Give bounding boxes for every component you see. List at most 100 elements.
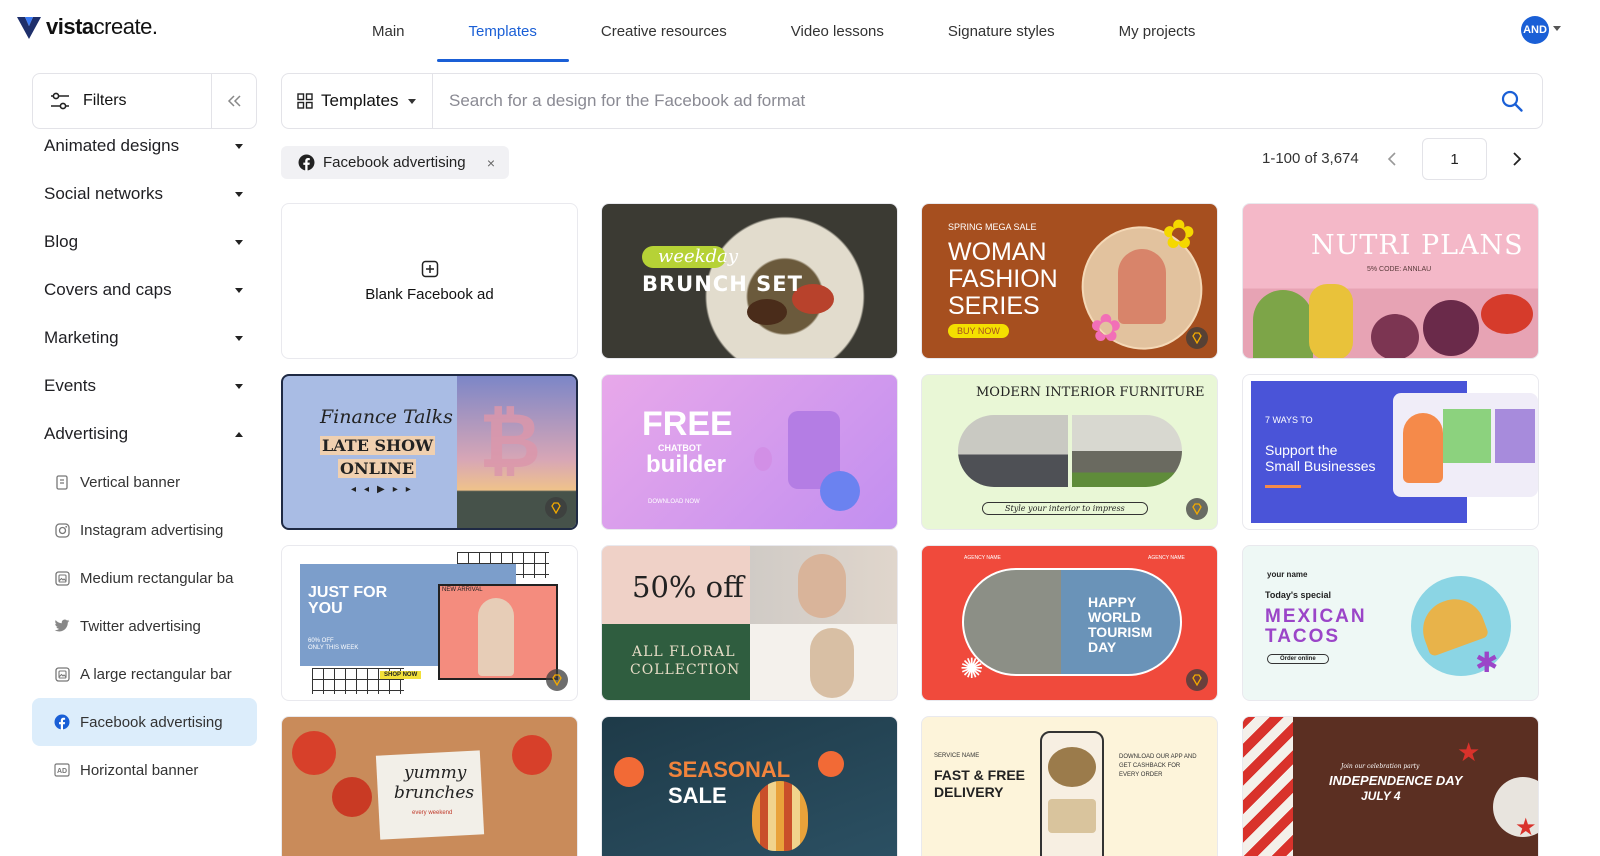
- vistacreate-logo[interactable]: vistacreate.: [16, 14, 158, 40]
- template-card-fast-free-delivery[interactable]: SERVICE NAME FAST & FREE DELIVERY DOWNLO…: [921, 716, 1218, 856]
- category-label: Social networks: [44, 184, 164, 203]
- sidebar-item-facebook-advertising[interactable]: Facebook advertising: [32, 698, 257, 746]
- template-card-yummy-brunches[interactable]: yummy brunches every weekend: [281, 716, 578, 856]
- template-text: MEXICAN: [1265, 606, 1367, 627]
- template-text: AGENCY NAME: [1148, 555, 1185, 561]
- template-text: ALL FLORAL: [632, 644, 736, 660]
- template-card-seasonal-sale[interactable]: SEASONAL SALE: [601, 716, 898, 856]
- facebook-icon: [54, 714, 70, 730]
- premium-badge: [546, 669, 568, 691]
- double-chevron-left-icon: [227, 95, 241, 107]
- gem-icon: [1192, 674, 1202, 686]
- sidebar-category-list: Animated designs Social networks Blog Co…: [32, 122, 257, 794]
- category-label: Events: [44, 376, 96, 395]
- content-type-label: Templates: [321, 91, 399, 110]
- template-text: SPRING MEGA SALE: [948, 222, 1037, 232]
- nav-my-projects[interactable]: My projects: [1087, 0, 1228, 62]
- avatar-caret-icon[interactable]: [1553, 26, 1561, 31]
- template-text: SERVICE NAME: [934, 753, 980, 759]
- sidebar-item-label: A large rectangular bar: [80, 665, 232, 683]
- sidebar-item-label: Horizontal banner: [80, 761, 199, 779]
- template-text: FREE: [642, 405, 733, 443]
- sidebar-item-horizontal-banner[interactable]: AD Horizontal banner: [32, 746, 257, 794]
- logo-text: vistacreate.: [46, 14, 158, 39]
- template-card-modern-interior[interactable]: MODERN INTERIOR FURNITURE Style your int…: [921, 374, 1218, 530]
- sidebar-item-label: Medium rectangular ba: [80, 569, 234, 587]
- template-text: JULY 4: [1361, 789, 1401, 803]
- template-text: INDEPENDENCE DAY: [1329, 773, 1463, 788]
- template-card-nutri-plans[interactable]: NUTRI PLANS 5% CODE: ANNLAU: [1242, 203, 1539, 359]
- nav-creative-resources[interactable]: Creative resources: [569, 0, 759, 62]
- star-flower-icon: ✿: [1090, 308, 1122, 350]
- template-text: Today's special: [1265, 590, 1332, 600]
- sidebar-item-vertical-banner[interactable]: Vertical banner: [32, 458, 257, 506]
- template-text: 7 WAYS TO: [1265, 415, 1313, 425]
- sidebar-item-medium-rectangular-banner[interactable]: Medium rectangular ba: [32, 554, 257, 602]
- content-type-dropdown[interactable]: Templates: [282, 74, 433, 128]
- template-card-just-for-you[interactable]: JUST FOR YOU 60% OFF ONLY THIS WEEK NEW …: [281, 545, 578, 701]
- template-card-brunch[interactable]: weekday BRUNCH SET: [601, 203, 898, 359]
- category-blog[interactable]: Blog: [32, 218, 257, 266]
- template-card-chatbot-builder[interactable]: FREE CHATBOT builder DOWNLOAD NOW: [601, 374, 898, 530]
- category-social-networks[interactable]: Social networks: [32, 170, 257, 218]
- category-events[interactable]: Events: [32, 362, 257, 410]
- nav-signature-styles[interactable]: Signature styles: [916, 0, 1087, 62]
- search-button[interactable]: [1482, 74, 1542, 128]
- filter-chip-label: Facebook advertising: [323, 154, 466, 171]
- category-marketing[interactable]: Marketing: [32, 314, 257, 362]
- caret-down-icon: [235, 239, 243, 245]
- nav-templates[interactable]: Templates: [436, 0, 570, 62]
- blank-card-label: Blank Facebook ad: [365, 285, 494, 303]
- template-text: BRUNCH SET: [642, 272, 803, 296]
- template-card-support-small-business[interactable]: 7 WAYS TO Support the Small Businesses: [1242, 374, 1539, 530]
- user-avatar[interactable]: AND: [1521, 16, 1549, 44]
- template-text: Support the: [1265, 442, 1338, 458]
- chevron-right-icon: [1513, 152, 1522, 166]
- media-controls-icon: ◂◂▶▸▸: [351, 484, 419, 495]
- template-card-finance-talks[interactable]: ₿ Finance Talks LATE SHOW ONLINE ◂◂▶▸▸: [281, 374, 578, 530]
- nav-main[interactable]: Main: [340, 0, 437, 62]
- remove-filter-icon[interactable]: ×: [487, 155, 495, 171]
- template-text: DELIVERY: [934, 784, 1004, 800]
- page-number-input[interactable]: 1: [1422, 138, 1487, 180]
- gem-icon: [1192, 332, 1202, 344]
- sidebar-item-twitter-advertising[interactable]: Twitter advertising: [32, 602, 257, 650]
- template-text: EVERY ORDER: [1119, 772, 1163, 778]
- template-text: ONLY THIS WEEK: [308, 645, 359, 651]
- prev-page-button[interactable]: [1382, 146, 1402, 172]
- premium-badge: [1186, 498, 1208, 520]
- template-text: HAPPY: [1088, 594, 1137, 610]
- nav-video-lessons[interactable]: Video lessons: [759, 0, 916, 62]
- template-text: DOWNLOAD OUR APP AND: [1119, 754, 1197, 760]
- category-covers-and-caps[interactable]: Covers and caps: [32, 266, 257, 314]
- sidebar-item-large-rectangular-banner[interactable]: A large rectangular bar: [32, 650, 257, 698]
- template-card-floral-sale[interactable]: 50% off ALL FLORAL COLLECTION: [601, 545, 898, 701]
- star-icon: ★: [1457, 737, 1481, 767]
- template-card-independence-day[interactable]: ★ ★ Join our celebration party INDEPENDE…: [1242, 716, 1539, 856]
- image-icon: [54, 666, 70, 682]
- template-text: SERIES: [948, 292, 1040, 320]
- search-input[interactable]: [433, 74, 1482, 128]
- template-card-mexican-tacos[interactable]: your name Today's special MEXICAN TACOS …: [1242, 545, 1539, 701]
- template-text: SALE: [668, 783, 727, 808]
- category-animated-designs[interactable]: Animated designs: [32, 122, 257, 170]
- collapse-sidebar-button[interactable]: [211, 74, 256, 128]
- next-page-button[interactable]: [1507, 146, 1527, 172]
- caret-up-icon: [235, 431, 243, 437]
- template-text: your name: [1267, 570, 1308, 579]
- search-bar: Templates: [281, 73, 1543, 129]
- template-text: Finance Talks: [320, 406, 453, 428]
- template-card-world-tourism-day[interactable]: HAPPY WORLD TOURISM DAY AGENCY NAME AGEN…: [921, 545, 1218, 701]
- sidebar-item-instagram-advertising[interactable]: Instagram advertising: [32, 506, 257, 554]
- template-text: SEASONAL: [668, 757, 791, 782]
- template-cta: SHOP NOW: [380, 671, 422, 679]
- category-advertising[interactable]: Advertising: [32, 410, 257, 458]
- sidebar-item-label: Vertical banner: [80, 473, 181, 491]
- template-card-woman-fashion[interactable]: SPRING MEGA SALE WOMAN FASHION SERIES BU…: [921, 203, 1218, 359]
- instagram-icon: [54, 522, 70, 538]
- blank-template-card[interactable]: Blank Facebook ad: [281, 203, 578, 359]
- template-text: weekday: [658, 246, 739, 267]
- template-text: FAST & FREE: [934, 767, 1026, 783]
- template-text: DAY: [1088, 639, 1117, 655]
- filters-button[interactable]: Filters: [33, 74, 211, 128]
